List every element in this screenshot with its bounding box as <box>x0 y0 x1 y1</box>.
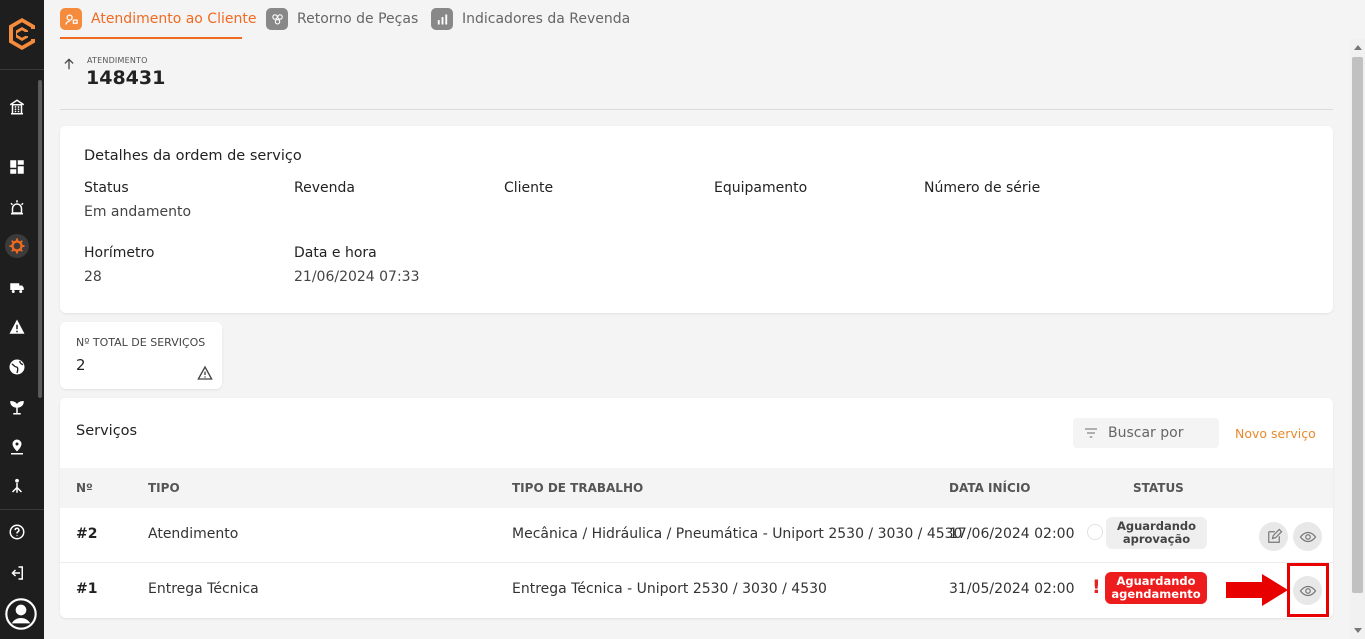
total-services-label: Nº TOTAL DE SERVIÇOS <box>76 336 206 349</box>
data-hora-value: 21/06/2024 07:33 <box>294 269 420 285</box>
edit-button[interactable] <box>1259 522 1288 551</box>
revenda-label: Revenda <box>294 180 355 196</box>
total-services-value: 2 <box>76 356 86 374</box>
table-row[interactable]: #1 Entrega Técnica Entrega Técnica - Uni… <box>60 563 1333 618</box>
header-divider <box>60 109 1333 110</box>
back-arrow-icon[interactable] <box>62 57 76 75</box>
warning-icon <box>197 365 213 380</box>
horimetro-value: 28 <box>84 269 102 285</box>
scroll-down-icon[interactable] <box>1354 628 1362 633</box>
row-data-inicio: 31/05/2024 02:00 <box>949 581 1075 597</box>
page-scrollbar[interactable] <box>1350 39 1365 639</box>
customer-service-icon <box>60 8 82 30</box>
tab-label: Indicadores da Revenda <box>462 11 631 27</box>
search-placeholder: Buscar por <box>1108 425 1184 441</box>
parts-icon <box>266 8 288 30</box>
annotation-highlight-box <box>1287 563 1329 617</box>
tab-label: Atendimento ao Cliente <box>91 11 257 27</box>
globe-icon[interactable] <box>5 355 29 379</box>
atendimento-number: 148431 <box>86 67 166 89</box>
services-table-header: Nº TIPO TIPO DE TRABALHO DATA INÍCIO STA… <box>60 468 1333 508</box>
help-icon[interactable] <box>5 520 29 544</box>
active-tab-underline <box>60 37 242 39</box>
warning-icon[interactable] <box>5 315 29 339</box>
tab-indicadores-da-revenda[interactable]: Indicadores da Revenda <box>431 7 630 31</box>
scroll-up-icon[interactable] <box>1354 45 1362 50</box>
status-line: aprovação <box>1122 532 1191 546</box>
view-button[interactable] <box>1293 522 1322 551</box>
status-indicator-icon <box>1087 524 1103 540</box>
atendimento-label: ATENDIMENTO <box>87 56 148 65</box>
scrollbar-thumb[interactable] <box>1352 57 1363 593</box>
plant-icon[interactable] <box>5 395 29 419</box>
col-tipo: TIPO <box>148 481 180 495</box>
sidebar-divider <box>0 69 44 70</box>
status-value: Em andamento <box>84 204 192 220</box>
search-input[interactable]: Buscar por <box>1073 418 1219 448</box>
serie-label: Número de série <box>924 180 1041 196</box>
dashboard-icon[interactable] <box>5 155 29 179</box>
sidebar-divider <box>0 509 44 510</box>
details-title: Detalhes da ordem de serviço <box>84 148 302 164</box>
network-icon[interactable] <box>5 474 29 498</box>
row-tipo-trabalho: Entrega Técnica - Uniport 2530 / 3030 / … <box>512 581 827 597</box>
eye-icon <box>1299 531 1316 542</box>
building-icon[interactable] <box>5 95 29 119</box>
col-tipo-trabalho: TIPO DE TRABALHO <box>512 481 644 495</box>
row-tipo-trabalho: Mecânica / Hidráulica / Pneumática - Uni… <box>512 526 963 542</box>
row-tipo: Entrega Técnica <box>148 581 259 597</box>
tab-label: Retorno de Peças <box>297 11 419 27</box>
data-hora-label: Data e hora <box>294 245 377 261</box>
row-data-inicio: 17/06/2024 02:00 <box>949 526 1075 542</box>
filter-icon <box>1085 428 1097 438</box>
row-num: #2 <box>76 526 98 542</box>
col-status: STATUS <box>1133 481 1184 495</box>
truck-icon[interactable] <box>5 275 29 299</box>
horimetro-label: Horímetro <box>84 245 155 261</box>
table-row[interactable]: #2 Atendimento Mecânica / Hidráulica / P… <box>60 508 1333 563</box>
new-service-button[interactable]: Novo serviço <box>1235 426 1316 441</box>
alarm-icon[interactable] <box>5 195 29 219</box>
row-num: #1 <box>76 581 98 597</box>
user-avatar-icon[interactable] <box>4 597 38 631</box>
service-gear-icon[interactable] <box>5 234 29 258</box>
status-label: Status <box>84 180 129 196</box>
sidebar <box>0 0 44 639</box>
status-badge: Aguardando aprovação <box>1106 517 1207 549</box>
edit-icon <box>1267 528 1282 543</box>
services-title: Serviços <box>76 423 138 439</box>
tab-atendimento-ao-cliente[interactable]: Atendimento ao Cliente <box>60 7 256 31</box>
bar-chart-icon <box>431 8 453 30</box>
equipamento-label: Equipamento <box>714 180 808 196</box>
tab-retorno-de-pecas[interactable]: Retorno de Peças <box>266 7 418 31</box>
status-badge: Aguardando agendamento <box>1105 572 1207 604</box>
logo-icon[interactable] <box>6 16 38 52</box>
services-card: Serviços Buscar por Novo serviço Nº TIPO… <box>60 398 1333 618</box>
total-services-card: Nº TOTAL DE SERVIÇOS 2 <box>60 322 222 389</box>
row-tipo: Atendimento <box>148 526 239 542</box>
cliente-label: Cliente <box>504 180 554 196</box>
annotation-arrow-icon <box>1226 574 1288 606</box>
alert-icon: ! <box>1092 576 1101 598</box>
logout-icon[interactable] <box>5 561 29 585</box>
service-order-details-card: Detalhes da ordem de serviço Status Em a… <box>60 126 1333 313</box>
col-num: Nº <box>76 481 93 495</box>
sidebar-scrollbar[interactable] <box>38 80 42 398</box>
location-icon[interactable] <box>5 435 29 459</box>
status-line: agendamento <box>1111 587 1201 601</box>
col-data-inicio: DATA INÍCIO <box>949 481 1031 495</box>
